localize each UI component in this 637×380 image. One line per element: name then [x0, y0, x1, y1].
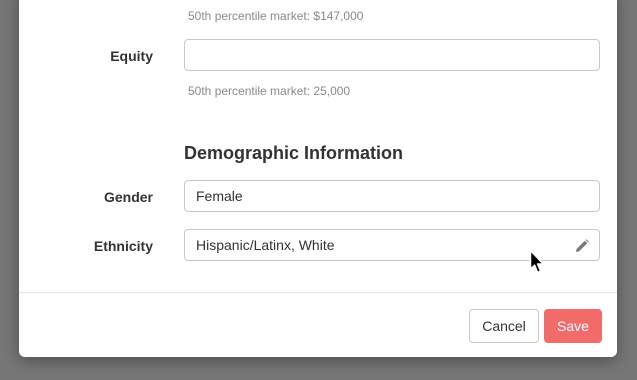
footer-divider: [19, 292, 617, 293]
gender-label: Gender: [103, 189, 153, 205]
cancel-button[interactable]: Cancel: [469, 309, 539, 343]
mouse-pointer-icon: [529, 249, 544, 274]
pencil-icon[interactable]: [574, 238, 590, 254]
equity-hint: 50th percentile market: 25,000: [188, 84, 351, 98]
ethnicity-value: Hispanic/Latinx, White: [196, 237, 335, 253]
equity-label: Equity: [110, 48, 153, 64]
base-salary-hint: 50th percentile market: $147,000: [188, 9, 364, 23]
save-button[interactable]: Save: [544, 309, 602, 343]
equity-input[interactable]: [184, 39, 600, 71]
demographic-section-title: Demographic Information: [184, 143, 404, 163]
ethnicity-label: Ethnicity: [93, 238, 153, 254]
gender-field[interactable]: Female: [184, 180, 600, 212]
edit-employee-modal: 50th percentile market: $147,000 Equity …: [19, 0, 617, 357]
gender-value: Female: [196, 188, 243, 204]
